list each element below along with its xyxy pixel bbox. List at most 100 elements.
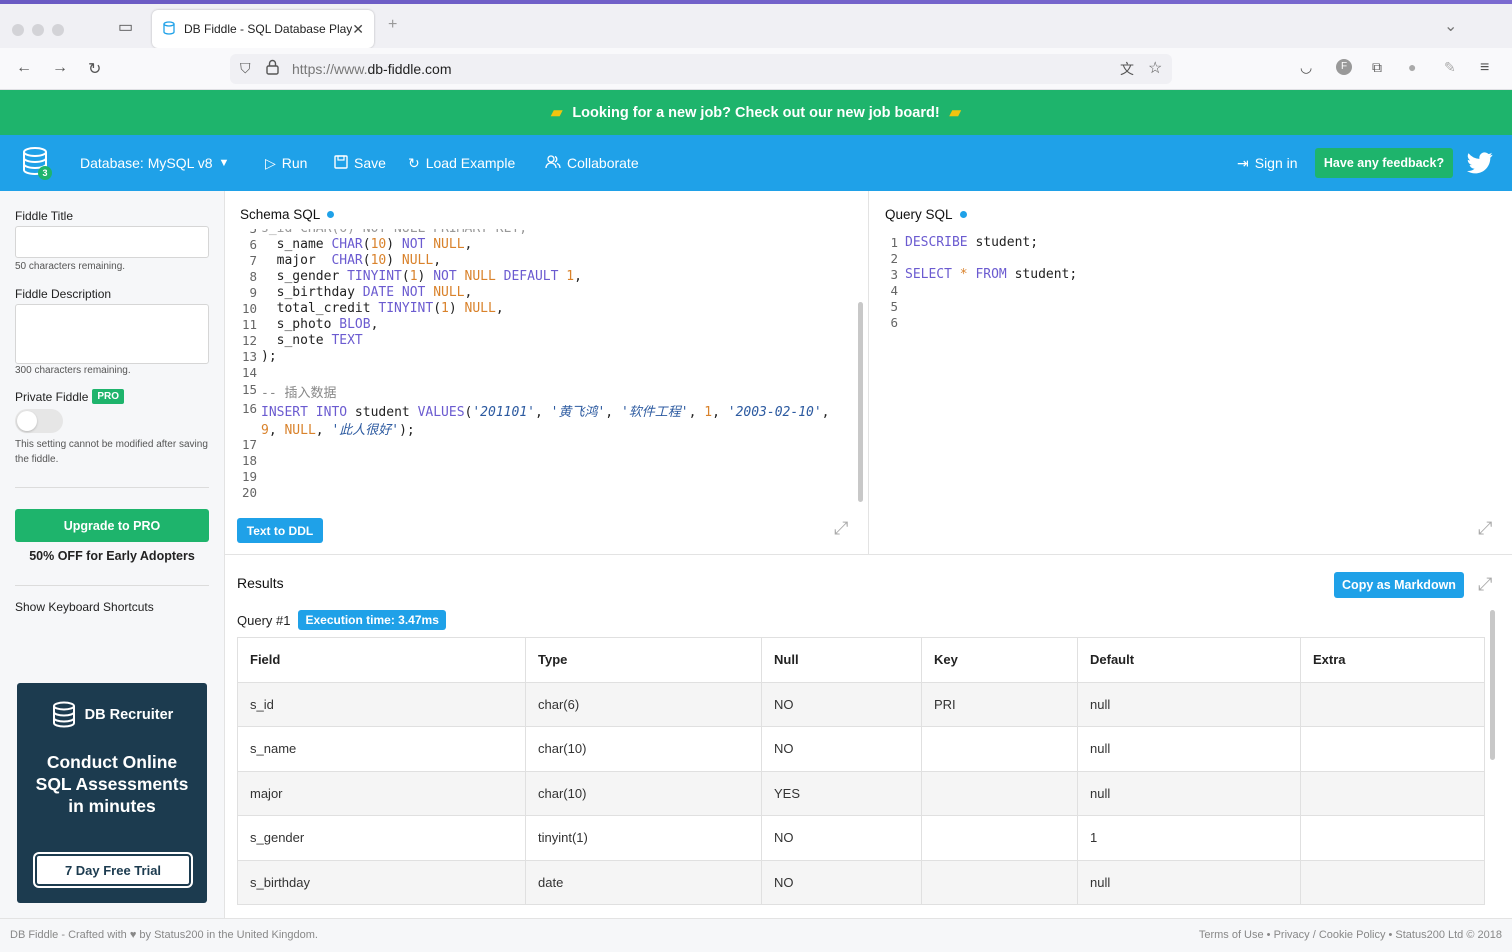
bookmark-star-icon[interactable]: ☆: [1148, 58, 1162, 78]
expand-icon[interactable]: ⤢: [1478, 574, 1492, 595]
column-header: Key: [921, 637, 1078, 683]
chevron-down-icon[interactable]: ⌄: [1444, 16, 1457, 36]
code-line: total_credit TINYINT(1) NULL,: [261, 301, 504, 316]
load-example-button[interactable]: ↻ Load Example: [408, 135, 515, 191]
floppy-disk-icon: [334, 154, 348, 172]
load-example-label: Load Example: [425, 155, 516, 171]
save-button[interactable]: Save: [334, 135, 386, 191]
footer: DB Fiddle - Crafted with ♥ by Status200 …: [0, 918, 1512, 952]
table-cell: [1300, 770, 1485, 816]
table-cell: [921, 726, 1078, 772]
collaborate-button[interactable]: Collaborate: [545, 135, 639, 191]
footer-links[interactable]: Terms of Use • Privacy / Cookie Policy •…: [1199, 929, 1502, 941]
forward-arrow-icon[interactable]: →: [52, 59, 68, 77]
fiddle-title-input[interactable]: [15, 226, 209, 258]
ad-brand-row: DB Recruiter: [17, 701, 207, 729]
caret-down-icon: ▼: [218, 157, 230, 169]
fiddle-description-input[interactable]: [15, 304, 209, 364]
table-cell: null: [1077, 681, 1301, 727]
fiddle-title-label: Fiddle Title: [15, 209, 74, 223]
tab-overview-icon[interactable]: ▭: [118, 17, 133, 37]
table-cell: s_id: [237, 681, 526, 727]
table-header-row: Field Type Null Key Default Extra: [237, 637, 1485, 683]
flag-icon: ▰: [551, 104, 563, 121]
query-label: Query #1: [237, 612, 291, 628]
line-number: 1: [890, 235, 898, 250]
feedback-button[interactable]: Have any feedback?: [1315, 148, 1453, 178]
free-trial-button[interactable]: 7 Day Free Trial: [35, 854, 191, 886]
table-cell: [1300, 681, 1485, 727]
job-board-banner[interactable]: ▰ Looking for a new job? Check out our n…: [0, 90, 1512, 135]
results-title: Results: [237, 575, 284, 591]
show-keyboard-shortcuts-link[interactable]: Show Keyboard Shortcuts: [15, 600, 154, 614]
table-cell: null: [1077, 859, 1301, 905]
app-toolbar: 3 Database: MySQL v8 ▼ ▷ Run Save ↻ Load…: [0, 135, 1512, 191]
table-cell: NO: [761, 681, 922, 727]
pocket-icon[interactable]: ◡: [1300, 59, 1312, 76]
results-scrollbar[interactable]: [1490, 610, 1495, 760]
line-number: 20: [241, 485, 257, 500]
zoom-window-button[interactable]: [52, 24, 64, 36]
close-window-button[interactable]: [12, 24, 24, 36]
database-select[interactable]: Database: MySQL v8 ▼: [80, 135, 229, 191]
database-icon: [52, 701, 75, 728]
schema-sql-editor[interactable]: 567891011121314 15 16 17181920 s_id CHAR(6)…: [237, 229, 854, 511]
line-number: 17: [241, 437, 257, 452]
account-icon[interactable]: F: [1336, 59, 1352, 75]
column-header: Field: [237, 637, 526, 683]
code-line: s_id CHAR(6) NOT NULL PRIMARY KEY,: [261, 229, 527, 236]
private-fiddle-toggle[interactable]: [15, 409, 63, 433]
divider: [15, 585, 209, 586]
ad-brand: DB Recruiter: [84, 707, 174, 723]
code-line: s_birthday DATE NOT NULL,: [261, 285, 473, 300]
expand-icon[interactable]: ⤢: [1478, 518, 1492, 539]
line-number: 5: [890, 299, 898, 314]
table-cell: [921, 859, 1078, 905]
table-cell: [921, 815, 1078, 861]
shield-icon[interactable]: ⛉: [240, 60, 251, 77]
line-number: 8: [249, 269, 257, 284]
close-tab-icon[interactable]: ✕: [352, 21, 364, 38]
db-recruiter-ad[interactable]: DB Recruiter Conduct Online SQL Assessme…: [17, 683, 207, 903]
lock-icon[interactable]: [266, 59, 279, 78]
extensions-icon[interactable]: ⧉: [1372, 59, 1382, 76]
users-icon: [545, 154, 561, 172]
url-bar[interactable]: ⛉ https://www. db-fiddle.com 文 ☆: [230, 54, 1172, 84]
text-to-ddl-button[interactable]: Text to DDL: [237, 518, 323, 543]
browser-tab-bar: ▭ DB Fiddle - SQL Database Playg ✕ + ⌄: [0, 4, 1512, 48]
extension-circle-icon[interactable]: ●: [1408, 59, 1416, 75]
line-number: 2: [890, 251, 898, 266]
url-domain: db-fiddle.com: [367, 61, 452, 77]
code-line: -- 插入数据: [261, 386, 337, 401]
table-row: s_name char(10) NO null: [237, 726, 1485, 772]
db-version-badge: 3: [38, 166, 52, 180]
copy-as-markdown-button[interactable]: Copy as Markdown: [1334, 572, 1464, 598]
private-fiddle-row: Private Fiddle PRO: [15, 389, 125, 404]
sign-in-button[interactable]: ⇥ Sign in: [1237, 135, 1298, 191]
run-button[interactable]: ▷ Run: [265, 135, 307, 191]
table-cell: NO: [761, 726, 922, 772]
minimize-window-button[interactable]: [32, 24, 44, 36]
table-cell: char(10): [525, 770, 762, 816]
code-line: DESCRIBE student;: [905, 235, 1039, 250]
db-logo[interactable]: 3: [22, 135, 52, 191]
status-dot: [327, 211, 335, 218]
twitter-icon[interactable]: [1467, 135, 1493, 191]
column-header: Extra: [1300, 637, 1485, 683]
query-sql-editor[interactable]: 123456 DESCRIBE student; SELECT * FROM s…: [878, 235, 1478, 505]
schema-scrollbar[interactable]: [858, 302, 863, 502]
upgrade-to-pro-button[interactable]: Upgrade to PRO: [15, 509, 209, 542]
extension-puzzle-icon[interactable]: ✎: [1444, 59, 1456, 76]
browser-tab-active[interactable]: DB Fiddle - SQL Database Playg ✕: [152, 10, 374, 48]
hamburger-menu-icon[interactable]: ≡: [1480, 59, 1489, 77]
line-number: 13: [241, 349, 257, 364]
back-arrow-icon[interactable]: ←: [16, 59, 32, 77]
translate-icon[interactable]: 文: [1120, 59, 1134, 79]
new-tab-icon[interactable]: +: [388, 16, 397, 34]
reload-icon[interactable]: ↻: [88, 59, 101, 79]
table-cell: PRI: [921, 681, 1078, 727]
table-cell: 1: [1077, 815, 1301, 861]
expand-icon[interactable]: ⤢: [834, 518, 848, 539]
tab-title: DB Fiddle - SQL Database Playg: [184, 22, 353, 36]
line-number: 12: [241, 333, 257, 348]
